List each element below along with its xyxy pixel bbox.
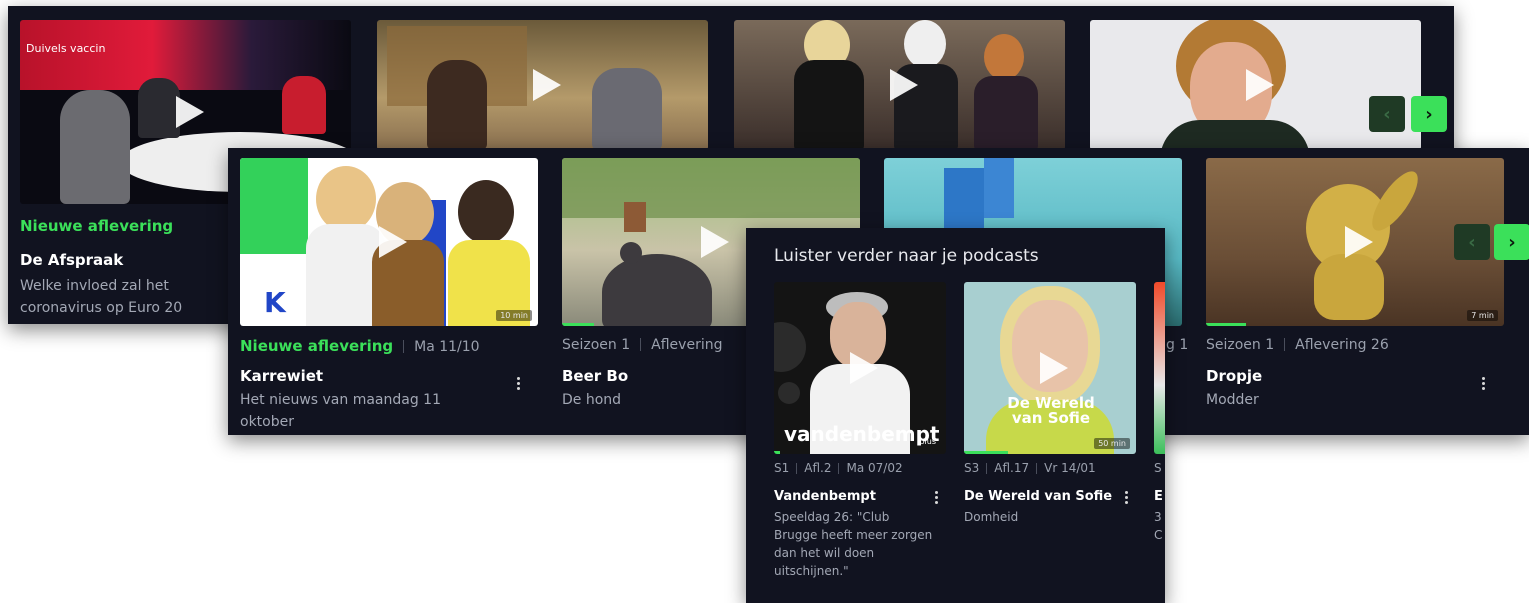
watch-progress-bar: [562, 323, 594, 326]
episode-label: Afl.2: [804, 461, 832, 475]
episode-date: Ma 07/02: [846, 461, 903, 475]
more-options-icon[interactable]: [1125, 491, 1129, 506]
episode-description: De hond: [562, 392, 622, 408]
episode-meta: Nieuwe aflevering Ma 11/10: [240, 336, 480, 355]
podcast-title[interactable]: Vandenbempt: [774, 489, 876, 504]
duration-badge: 7 min: [1467, 310, 1498, 321]
episode-date: Vr 14/01: [1044, 461, 1096, 475]
play-icon: [889, 69, 918, 101]
episode-title[interactable]: Dropje: [1206, 367, 1262, 385]
ketnet-logo: K: [264, 286, 286, 319]
podcast-description: Speeldag 26: "Club Brugge heeft meer zor…: [774, 510, 933, 578]
episode-meta: Seizoen 1 Aflevering: [562, 337, 722, 353]
podcast-cover-de-wereld-van-sofie[interactable]: De Wereld van Sofie 50 min: [964, 282, 1136, 454]
more-options-icon[interactable]: [517, 377, 521, 392]
play-icon: [701, 226, 729, 258]
season-label: S3: [964, 461, 980, 475]
play-icon: [1345, 226, 1373, 258]
podcast-title-partial[interactable]: E: [1154, 489, 1163, 504]
play-icon: [532, 69, 561, 101]
episode-description: Het nieuws van maandag 11 oktober: [240, 392, 441, 430]
episode-description: Modder: [1206, 392, 1259, 408]
season-label: Seizoen 1: [1206, 337, 1275, 353]
duration-badge: 50 min: [1094, 438, 1130, 449]
podcast-description-partial: C: [1154, 528, 1163, 542]
episode-title[interactable]: Beer Bo: [562, 367, 628, 385]
podcast-panel: Luister verder naar je podcasts vandenbe…: [746, 228, 1165, 603]
carousel-prev-button[interactable]: ‹: [1454, 224, 1490, 260]
duration-badge: 10 min: [496, 310, 532, 321]
podcast-meta: S1 Afl.2 Ma 07/02: [774, 461, 903, 475]
thumbnail-karrewiet[interactable]: K 10 min: [240, 158, 538, 326]
episode-title[interactable]: De Afspraak: [20, 251, 123, 269]
podcast-meta: S3 Afl.17 Vr 14/01: [964, 461, 1096, 475]
season-label: Seizoen 1: [562, 337, 631, 353]
podcast-cover-partial[interactable]: [1154, 282, 1165, 454]
studio-screen-caption: Duivels vaccin: [26, 42, 106, 55]
episode-description: Welke invloed zal het coronavirus op Eur…: [20, 278, 183, 316]
episode-label: Afl.17: [994, 461, 1030, 475]
listen-progress-bar: [774, 451, 780, 454]
episode-title[interactable]: Karrewiet: [240, 367, 323, 385]
episode-label: Aflevering: [651, 337, 723, 353]
more-options-icon[interactable]: [935, 491, 939, 506]
episode-date: Ma 11/10: [414, 339, 480, 355]
podcast-cover-vandenbempt[interactable]: vandenbempt plus: [774, 282, 946, 454]
play-icon: [1245, 69, 1274, 101]
carousel-next-button[interactable]: ›: [1494, 224, 1529, 260]
podcast-description: Domheid: [964, 510, 1019, 524]
section-heading: Luister verder naar je podcasts: [774, 246, 1039, 266]
season-label-partial: S: [1154, 461, 1162, 475]
carousel-next-button[interactable]: ›: [1411, 96, 1447, 132]
carousel-prev-button[interactable]: ‹: [1369, 96, 1405, 132]
play-icon: [379, 226, 407, 258]
new-episode-badge: Nieuwe aflevering: [20, 217, 174, 235]
episode-label: Aflevering 26: [1295, 337, 1389, 353]
podcast-cover-title: vandenbempt: [784, 422, 940, 446]
play-icon: [850, 352, 878, 384]
new-episode-badge: Nieuwe aflevering: [240, 337, 394, 355]
podcast-description-partial: 3: [1154, 510, 1162, 524]
watch-progress-bar: [1206, 323, 1246, 326]
podcast-cover-subtitle: plus: [919, 437, 936, 446]
season-label-partial: g 1: [1166, 337, 1189, 353]
season-label: S1: [774, 461, 790, 475]
thumbnail-party-scene[interactable]: [734, 20, 1065, 150]
thumbnail-kitchen-scene[interactable]: [377, 20, 708, 150]
play-icon: [175, 96, 204, 128]
listen-progress-bar: [964, 451, 1008, 454]
podcast-title[interactable]: De Wereld van Sofie: [964, 489, 1112, 504]
play-icon: [1040, 352, 1068, 384]
episode-meta: Seizoen 1 Aflevering 26: [1206, 337, 1389, 353]
podcast-cover-title: De Wereld van Sofie: [1007, 394, 1095, 427]
more-options-icon[interactable]: [1482, 377, 1486, 392]
